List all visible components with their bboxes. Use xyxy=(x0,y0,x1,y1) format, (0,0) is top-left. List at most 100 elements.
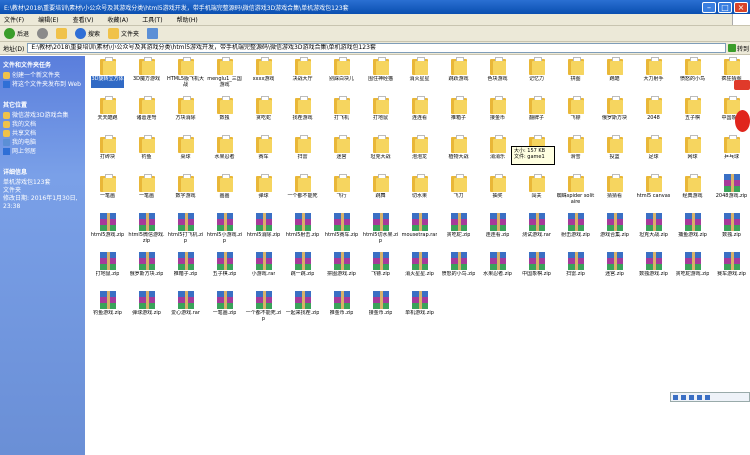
archive-item[interactable]: 数独游戏.zip xyxy=(634,252,673,291)
folder-item[interactable]: 打飞机 xyxy=(322,96,361,135)
folder-item[interactable]: 拼图 xyxy=(556,57,595,96)
folder-item[interactable]: 数独 xyxy=(205,96,244,135)
go-button[interactable]: 转到 xyxy=(726,44,750,53)
maximize-button[interactable]: □ xyxy=(718,1,732,13)
archive-item[interactable]: 2048游戏.zip xyxy=(712,174,750,213)
archive-item[interactable]: html5切水果.zip xyxy=(361,213,400,252)
archive-item[interactable]: html5射击.zip xyxy=(283,213,322,252)
folder-item[interactable]: 跳舞 xyxy=(361,174,400,213)
folder-item[interactable]: 围住神经猫 xyxy=(361,57,400,96)
menu-favorites[interactable]: 收藏(A) xyxy=(107,15,128,24)
folder-item[interactable]: 水果忍者 xyxy=(205,135,244,174)
place-my-documents[interactable]: 我的文档 xyxy=(3,121,82,128)
archive-item[interactable]: 扫雷.zip xyxy=(556,252,595,291)
archive-item[interactable]: 五子棋.zip xyxy=(205,252,244,291)
archive-item[interactable]: 游戏合集.zip xyxy=(595,213,634,252)
folder-item[interactable]: 大力射手 xyxy=(634,57,673,96)
folder-item[interactable]: 桌球 xyxy=(166,135,205,174)
archive-item[interactable]: html5游戏.zip xyxy=(88,213,127,252)
menu-file[interactable]: 文件(F) xyxy=(4,15,24,24)
folder-item[interactable]: 天天酷跑 xyxy=(88,96,127,135)
close-button[interactable]: × xyxy=(734,1,748,13)
archive-item[interactable]: 消灭星星.zip xyxy=(400,252,439,291)
folders-button[interactable]: 文件夹 xyxy=(108,28,139,39)
folder-item[interactable]: 连连看 xyxy=(400,96,439,135)
archive-item[interactable]: html5微信游戏.zip xyxy=(127,213,166,252)
place-shared-documents[interactable]: 共享文档 xyxy=(3,130,82,137)
archive-item[interactable]: html5小游戏.zip xyxy=(205,213,244,252)
archive-item[interactable]: 俄罗斯方块.zip xyxy=(127,252,166,291)
menu-tools[interactable]: 工具(T) xyxy=(142,15,162,24)
archive-item[interactable]: 贪吃蛇游戏.zip xyxy=(673,252,712,291)
folder-item[interactable]: 一笔画 xyxy=(88,174,127,213)
folder-item[interactable]: 五子棋 xyxy=(673,96,712,135)
folder-item[interactable]: 翻牌子 xyxy=(517,96,556,135)
archive-item[interactable]: 推箱子.zip xyxy=(166,252,205,291)
folder-item[interactable]: xxxx游戏 xyxy=(244,57,283,96)
folder-item[interactable]: 俄罗斯方块 xyxy=(595,96,634,135)
menu-help[interactable]: 帮助(H) xyxy=(177,15,198,24)
archive-item[interactable]: 单机游戏.zip xyxy=(400,291,439,330)
folder-item[interactable]: 接金币 xyxy=(478,96,517,135)
folder-item[interactable]: 消灭星星 xyxy=(400,57,439,96)
folder-item[interactable]: menglu1_三国游戏 xyxy=(205,57,244,96)
folder-item[interactable]: 赛车 xyxy=(244,135,283,174)
views-button[interactable] xyxy=(147,28,159,39)
folder-item[interactable]: 飞行 xyxy=(322,174,361,213)
menu-view[interactable]: 查看(V) xyxy=(73,15,94,24)
archive-item[interactable]: 拼图游戏.zip xyxy=(322,252,361,291)
archive-item[interactable]: 迷宫.zip xyxy=(595,252,634,291)
folder-item[interactable]: 愤怒的小鸟 xyxy=(673,57,712,96)
minimize-button[interactable]: – xyxy=(702,1,716,13)
folder-item[interactable]: 贪吃蛇 xyxy=(244,96,283,135)
archive-item[interactable]: 捕鱼游戏.zip xyxy=(673,213,712,252)
folder-item[interactable]: 切水果 xyxy=(400,174,439,213)
folder-item[interactable]: 网球 xyxy=(673,135,712,174)
folder-item[interactable]: 3D旋转立方体 xyxy=(88,57,127,96)
folder-item[interactable]: 打砖块 xyxy=(88,135,127,174)
folder-item[interactable]: 画画 xyxy=(205,174,244,213)
back-button[interactable]: 后退 xyxy=(4,28,29,39)
folder-item[interactable]: 飞镖 xyxy=(556,96,595,135)
folder-item[interactable]: 打地鼠 xyxy=(361,96,400,135)
place-parent-folder[interactable]: 微信游戏3D游戏合集 xyxy=(3,112,82,119)
folder-item[interactable]: 足球 xyxy=(634,135,673,174)
archive-item[interactable]: 数独.zip xyxy=(712,213,750,252)
archive-item[interactable]: 接金币.zip xyxy=(361,291,400,330)
folder-item[interactable]: 别踩白块儿 xyxy=(322,57,361,96)
folder-item[interactable]: 一笔画 xyxy=(127,174,166,213)
folder-item[interactable]: 泡泡龙 xyxy=(400,135,439,174)
language-bar[interactable] xyxy=(670,392,750,402)
archive-item[interactable]: 打地鼠.zip xyxy=(88,252,127,291)
archive-item[interactable]: 推金币.zip xyxy=(322,291,361,330)
places-heading[interactable]: 其它位置 xyxy=(3,100,82,109)
archive-item[interactable]: 中国象棋.zip xyxy=(517,252,556,291)
tasks-heading[interactable]: 文件和文件夹任务 xyxy=(3,60,82,69)
folder-item[interactable]: 扫雷 xyxy=(283,135,322,174)
folder-item[interactable]: 决战大厅 xyxy=(283,57,322,96)
archive-item[interactable]: 跳一跳.zip xyxy=(283,252,322,291)
folder-item[interactable]: html5 canvas xyxy=(634,174,673,213)
folder-item[interactable]: 弹球 xyxy=(244,174,283,213)
folder-item[interactable]: 投篮 xyxy=(595,135,634,174)
menu-edit[interactable]: 编辑(E) xyxy=(38,15,58,24)
folder-item[interactable]: 跑酷 xyxy=(595,57,634,96)
folder-item[interactable]: 蜘蛛spider solitaire xyxy=(556,174,595,213)
search-button[interactable]: 搜索 xyxy=(75,28,100,39)
archive-item[interactable]: html5打飞机.zip xyxy=(166,213,205,252)
address-input[interactable]: E:\教材\2018\重要培训\素材\小公众号及其游戏分类\html5游戏开发，… xyxy=(27,43,726,53)
place-network[interactable]: 网上邻居 xyxy=(3,148,82,155)
archive-item[interactable]: 一起来找茬.zip xyxy=(283,291,322,330)
folder-item[interactable]: 乒乓球 xyxy=(712,135,750,174)
archive-item[interactable]: 一笔画.zip xyxy=(205,291,244,330)
archive-item[interactable]: 爱心游戏.rar xyxy=(166,291,205,330)
folder-item[interactable]: 色块游戏 xyxy=(478,57,517,96)
floating-widget[interactable] xyxy=(734,80,750,140)
archive-item[interactable]: 弹球游戏.zip xyxy=(127,291,166,330)
archive-item[interactable]: 钓鱼游戏.zip xyxy=(88,291,127,330)
folder-item[interactable]: 诸葛连弩 xyxy=(127,96,166,135)
archive-item[interactable]: mousetrap.rar xyxy=(400,213,439,252)
folder-item[interactable]: 找茬游戏 xyxy=(283,96,322,135)
archive-item[interactable]: 小游戏.rar xyxy=(244,252,283,291)
archive-item[interactable]: 连连看.zip xyxy=(478,213,517,252)
